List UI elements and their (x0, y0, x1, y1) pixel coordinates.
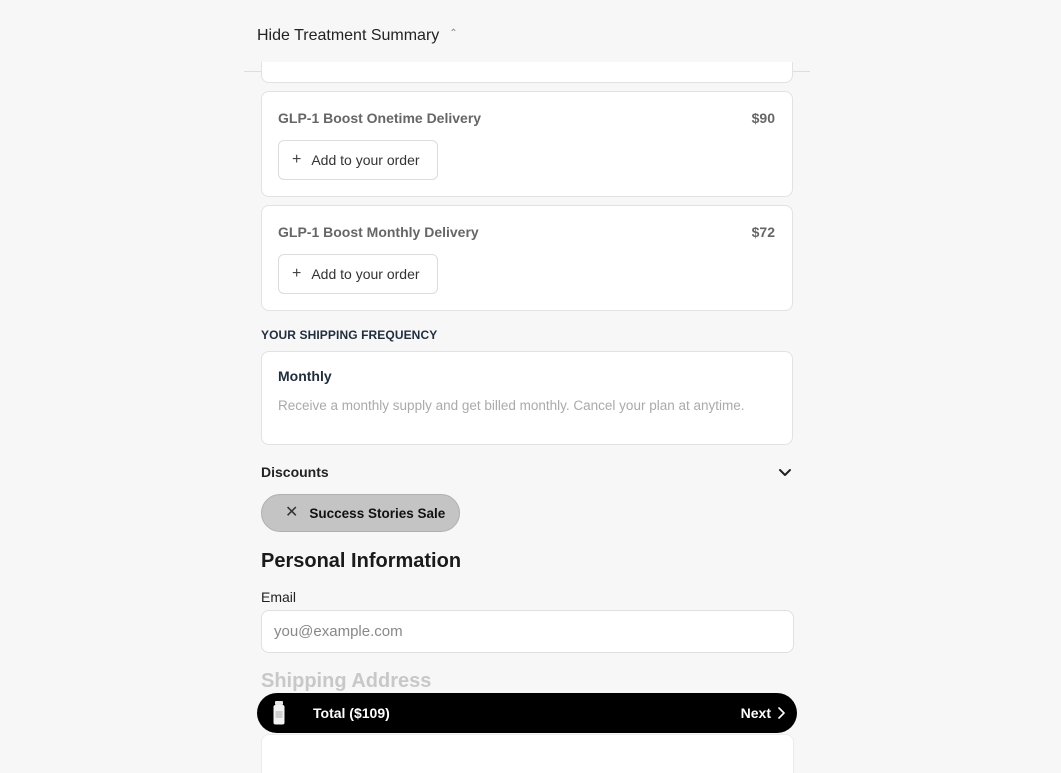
bottle-icon (273, 701, 285, 725)
chevron-down-icon (779, 469, 791, 476)
addon-name: GLP-1 Boost Onetime Delivery (278, 110, 482, 126)
checkout-page: Hide Treatment Summary ⌃ GLP-1 Boost One… (0, 0, 1061, 773)
discount-chip-label: Success Stories Sale (309, 505, 446, 521)
email-label: Email (261, 589, 297, 605)
shipping-frequency-option[interactable]: Monthly Receive a monthly supply and get… (261, 351, 793, 445)
add-to-order-label: Add to your order (311, 152, 420, 168)
addon-price: $90 (751, 110, 775, 126)
checkout-footer-bar: Total ($109) Next (257, 693, 797, 733)
close-icon[interactable]: ✕ (285, 505, 298, 521)
chevron-right-icon (778, 707, 785, 719)
chevron-up-icon: ⌃ (449, 28, 458, 39)
plus-icon: + (292, 151, 302, 168)
shipping-address-title: Shipping Address (261, 670, 432, 692)
plus-icon: + (292, 265, 302, 282)
frequency-plan-description: Receive a monthly supply and get billed … (278, 398, 745, 413)
addon-name: GLP-1 Boost Monthly Delivery (278, 224, 479, 240)
discounts-label: Discounts (261, 464, 329, 480)
add-to-order-label: Add to your order (311, 266, 420, 282)
order-total: Total ($109) (313, 705, 390, 721)
next-button[interactable]: Next (741, 705, 771, 721)
add-to-order-button[interactable]: + Add to your order (278, 254, 438, 294)
treatment-card-clipped (261, 62, 793, 83)
treatment-summary-label: Hide Treatment Summary (257, 26, 440, 44)
personal-information-title: Personal Information (261, 550, 462, 572)
addon-card-monthly: GLP-1 Boost Monthly Delivery $72 + Add t… (261, 205, 793, 311)
addon-card-onetime: GLP-1 Boost Onetime Delivery $90 + Add t… (261, 91, 793, 197)
shipping-address-field[interactable] (261, 734, 794, 773)
frequency-plan-name: Monthly (278, 368, 332, 384)
addon-price: $72 (751, 224, 775, 240)
add-to-order-button[interactable]: + Add to your order (278, 140, 438, 180)
shipping-frequency-heading: YOUR SHIPPING FREQUENCY (261, 328, 438, 342)
discounts-toggle[interactable]: Discounts (261, 462, 793, 482)
email-field[interactable] (261, 610, 794, 653)
discount-chip[interactable]: ✕ Success Stories Sale (261, 494, 460, 532)
